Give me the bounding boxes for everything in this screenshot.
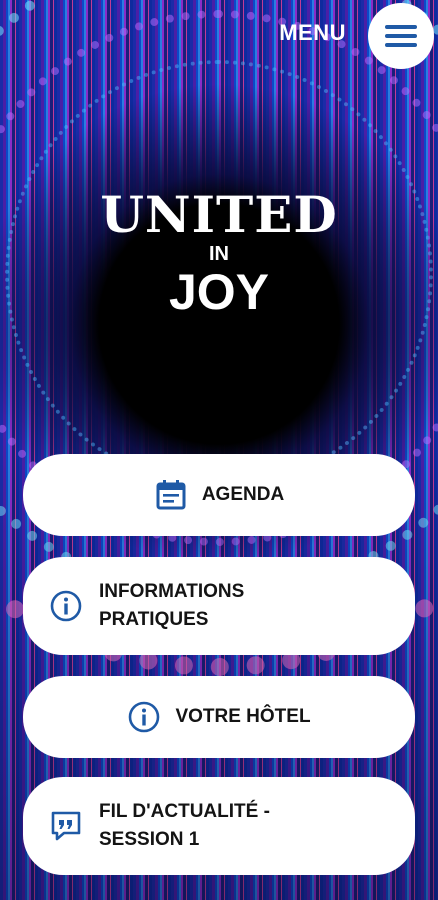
event-logo: UNITED IN JOY bbox=[0, 185, 438, 320]
calendar-icon bbox=[156, 480, 186, 510]
agenda-button[interactable]: AGENDA bbox=[23, 454, 415, 536]
informations-pratiques-button[interactable]: INFORMATIONS PRATIQUES bbox=[23, 557, 415, 655]
agenda-label: AGENDA bbox=[201, 484, 285, 505]
fil-actualite-button[interactable]: FIL D'ACTUALITÉ - SESSION 1 bbox=[23, 777, 415, 875]
info-icon bbox=[129, 701, 160, 733]
fil-actualite-label: FIL D'ACTUALITÉ - SESSION 1 bbox=[99, 801, 270, 850]
menu-label[interactable]: MENU bbox=[279, 20, 346, 46]
quote-bubble-icon bbox=[51, 811, 81, 841]
menu-button[interactable] bbox=[368, 3, 434, 69]
votre-hotel-label: VOTRE HÔTEL bbox=[175, 706, 311, 727]
informations-pratiques-label: INFORMATIONS PRATIQUES bbox=[99, 581, 245, 630]
votre-hotel-button[interactable]: VOTRE HÔTEL bbox=[23, 676, 415, 758]
info-icon bbox=[50, 590, 82, 622]
logo-line-joy: JOY bbox=[168, 264, 270, 320]
background-image bbox=[0, 0, 438, 900]
hamburger-icon bbox=[385, 20, 417, 52]
logo-line-in: IN bbox=[209, 243, 229, 265]
logo-line-united: UNITED bbox=[100, 185, 338, 244]
